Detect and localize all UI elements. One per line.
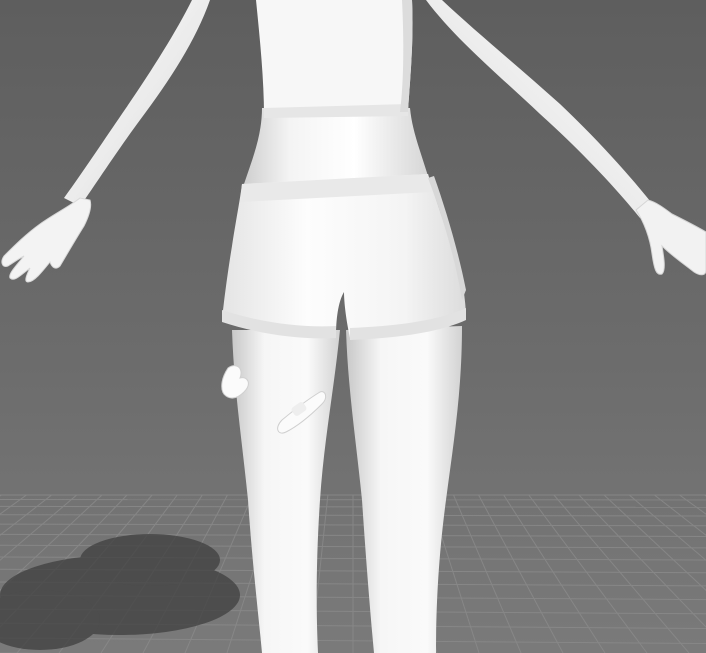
3d-viewport[interactable] <box>0 0 706 653</box>
crop-top <box>256 0 413 118</box>
torso <box>244 108 428 184</box>
scene-render <box>0 0 706 653</box>
